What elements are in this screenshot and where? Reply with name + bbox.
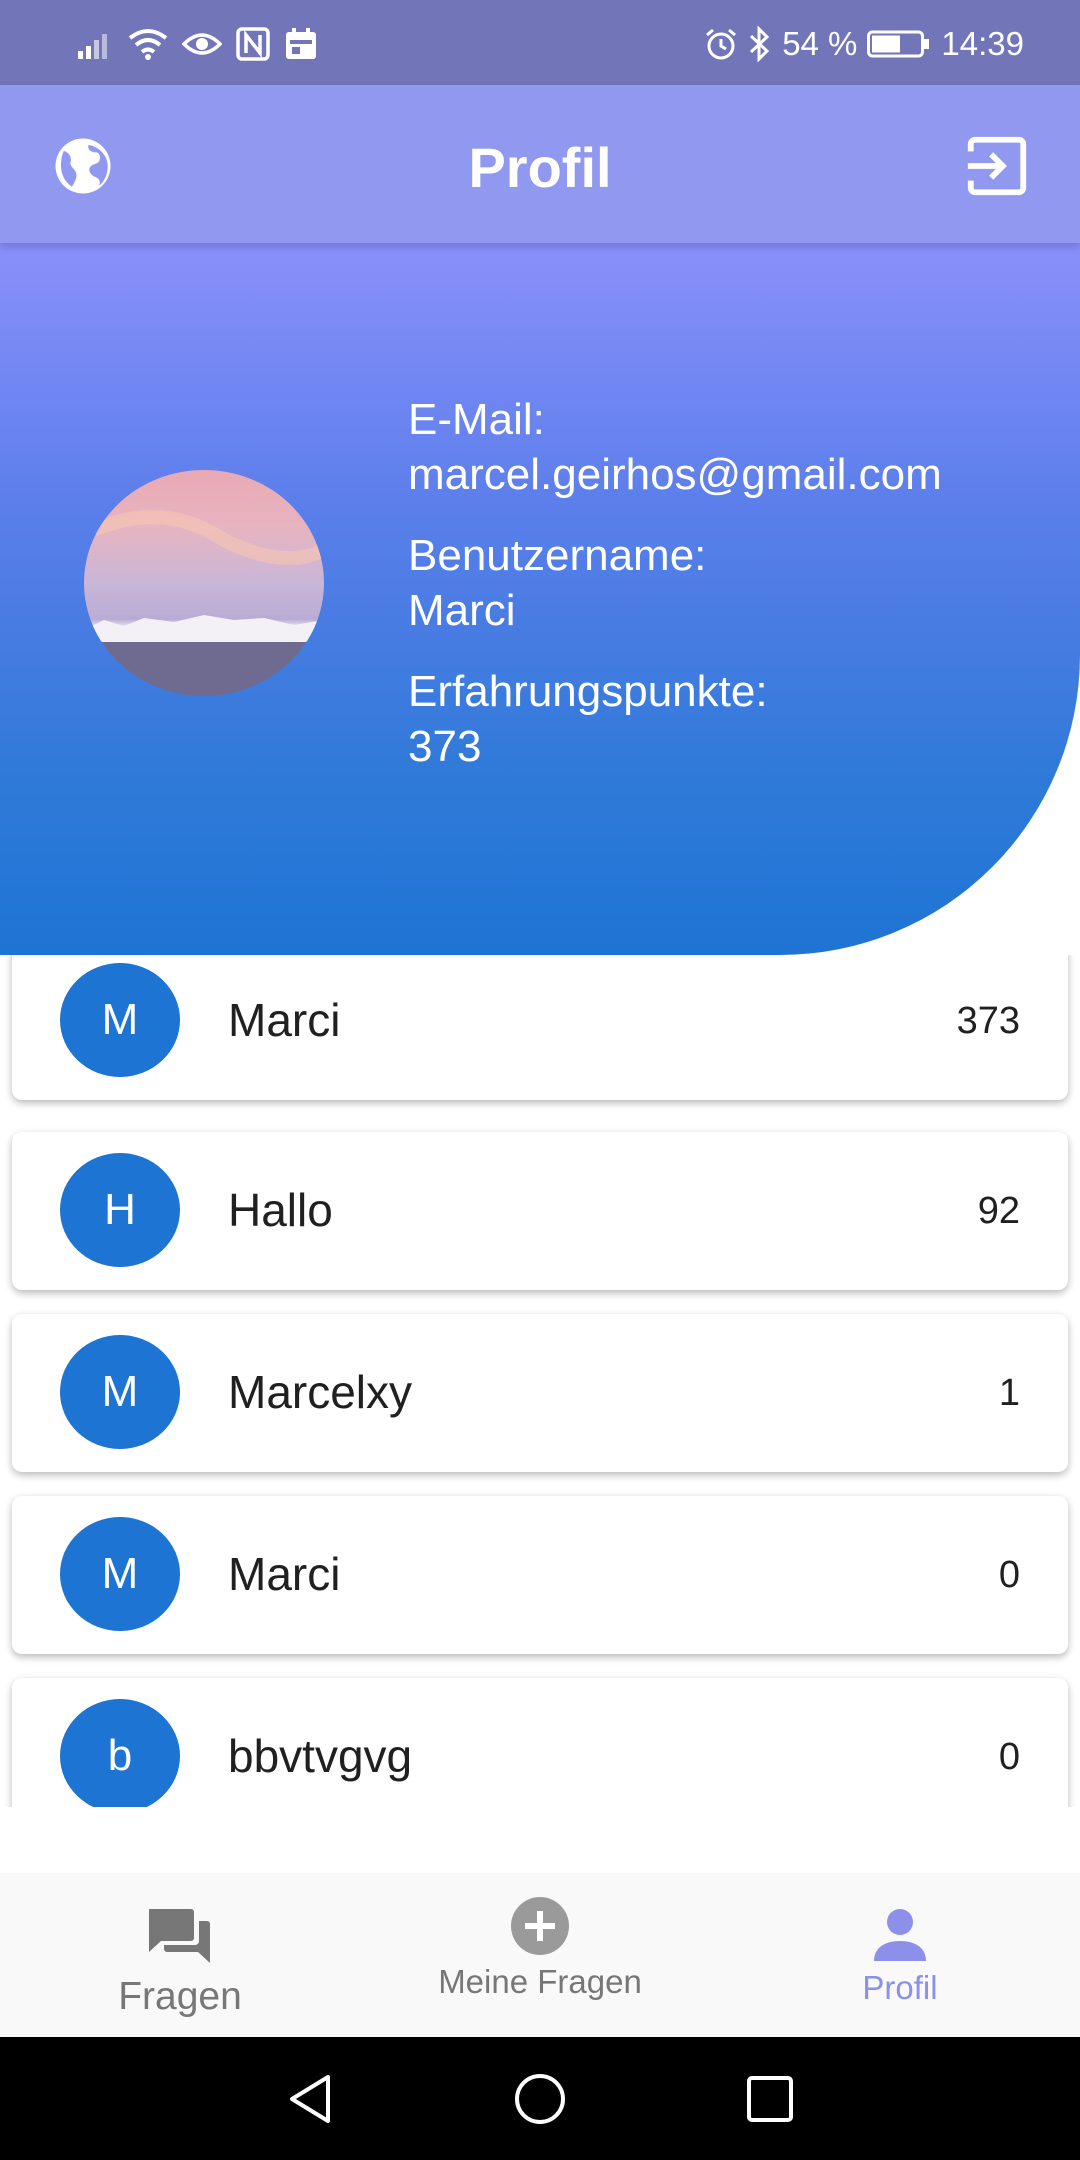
profile-info: E-Mail: marcel.geirhos@gmail.com Benutze… bbox=[408, 392, 942, 800]
nfc-icon bbox=[236, 27, 270, 61]
username-label: Benutzername: bbox=[408, 531, 707, 580]
user-points: 0 bbox=[998, 1554, 1020, 1596]
clock: 14:39 bbox=[941, 25, 1024, 62]
user-avatar: M bbox=[60, 963, 180, 1077]
home-button[interactable] bbox=[510, 2069, 570, 2129]
xp-block: Erfahrungspunkte: 373 bbox=[408, 664, 942, 774]
battery-percentage: 54 % bbox=[782, 25, 858, 62]
bluetooth-icon bbox=[750, 26, 770, 62]
nav-meine-fragen[interactable]: Meine Fragen bbox=[410, 1873, 670, 2037]
calendar-icon bbox=[286, 28, 316, 59]
user-name: Hallo bbox=[228, 1184, 333, 1236]
user-points: 373 bbox=[956, 1000, 1020, 1042]
user-name: Marci bbox=[228, 994, 341, 1046]
back-triangle-icon bbox=[290, 2075, 330, 2123]
user-avatar: H bbox=[60, 1153, 180, 1267]
back-button[interactable] bbox=[282, 2069, 342, 2129]
list-item[interactable]: M Marci 373 bbox=[12, 955, 1068, 1100]
user-avatar: b bbox=[60, 1699, 180, 1807]
eye-icon bbox=[182, 33, 222, 55]
wifi-icon bbox=[128, 29, 168, 60]
user-points: 1 bbox=[998, 1372, 1020, 1414]
nav-profil-label: Profil bbox=[862, 1969, 938, 2006]
nav-fragen-label: Fragen bbox=[118, 1975, 242, 2018]
leaderboard-list[interactable]: M Marci 373 H Hallo 92 M Marcelxy 1 M Ma… bbox=[0, 955, 1080, 1807]
list-item[interactable]: b bbvtvgvg 0 bbox=[12, 1678, 1068, 1807]
person-icon bbox=[874, 1909, 926, 1961]
user-name: bbvtvgvg bbox=[228, 1730, 413, 1782]
email-label: E-Mail: bbox=[408, 395, 545, 444]
profile-avatar bbox=[84, 470, 324, 696]
email-value: marcel.geirhos@gmail.com bbox=[408, 450, 942, 499]
add-circle-icon bbox=[511, 1897, 569, 1955]
list-item[interactable]: M Marci 0 bbox=[12, 1496, 1068, 1654]
exit-icon bbox=[967, 136, 1027, 196]
list-item[interactable]: H Hallo 92 bbox=[12, 1132, 1068, 1290]
user-avatar: M bbox=[60, 1335, 180, 1449]
status-icons-left bbox=[78, 22, 318, 66]
system-navigation-bar bbox=[0, 2037, 1080, 2160]
recents-button[interactable] bbox=[740, 2069, 800, 2129]
list-item[interactable]: M Marcelxy 1 bbox=[12, 1314, 1068, 1472]
username-block: Benutzername: Marci bbox=[408, 528, 942, 638]
recents-square-icon bbox=[747, 2076, 793, 2122]
nav-meine-fragen-label: Meine Fragen bbox=[438, 1963, 642, 2000]
page-title: Profil bbox=[468, 136, 612, 199]
alarm-icon bbox=[706, 28, 737, 60]
home-circle-icon bbox=[515, 2074, 565, 2124]
user-name: Marcelxy bbox=[228, 1366, 413, 1418]
xp-label: Erfahrungspunkte: bbox=[408, 667, 768, 716]
xp-value: 373 bbox=[408, 722, 482, 771]
user-name: Marci bbox=[228, 1548, 341, 1600]
user-avatar: M bbox=[60, 1517, 180, 1631]
status-icons-right: 54 % 14:39 bbox=[704, 22, 1024, 66]
email-block: E-Mail: marcel.geirhos@gmail.com bbox=[408, 392, 942, 502]
signal-icon bbox=[78, 34, 107, 59]
username-value: Marci bbox=[408, 586, 516, 635]
bottom-navigation: Fragen Meine Fragen Profil bbox=[0, 1873, 1080, 2037]
nav-profil[interactable]: Profil bbox=[800, 1873, 1000, 2037]
user-points: 0 bbox=[998, 1736, 1020, 1778]
battery-icon bbox=[867, 30, 930, 58]
status-bar: 54 % 14:39 bbox=[0, 0, 1080, 85]
user-points: 92 bbox=[977, 1190, 1020, 1232]
logout-button[interactable] bbox=[962, 131, 1032, 201]
forum-icon bbox=[149, 1909, 210, 1963]
nav-fragen[interactable]: Fragen bbox=[70, 1873, 290, 2037]
app-bar: Profil bbox=[0, 85, 1080, 243]
landscape-photo bbox=[84, 510, 324, 696]
